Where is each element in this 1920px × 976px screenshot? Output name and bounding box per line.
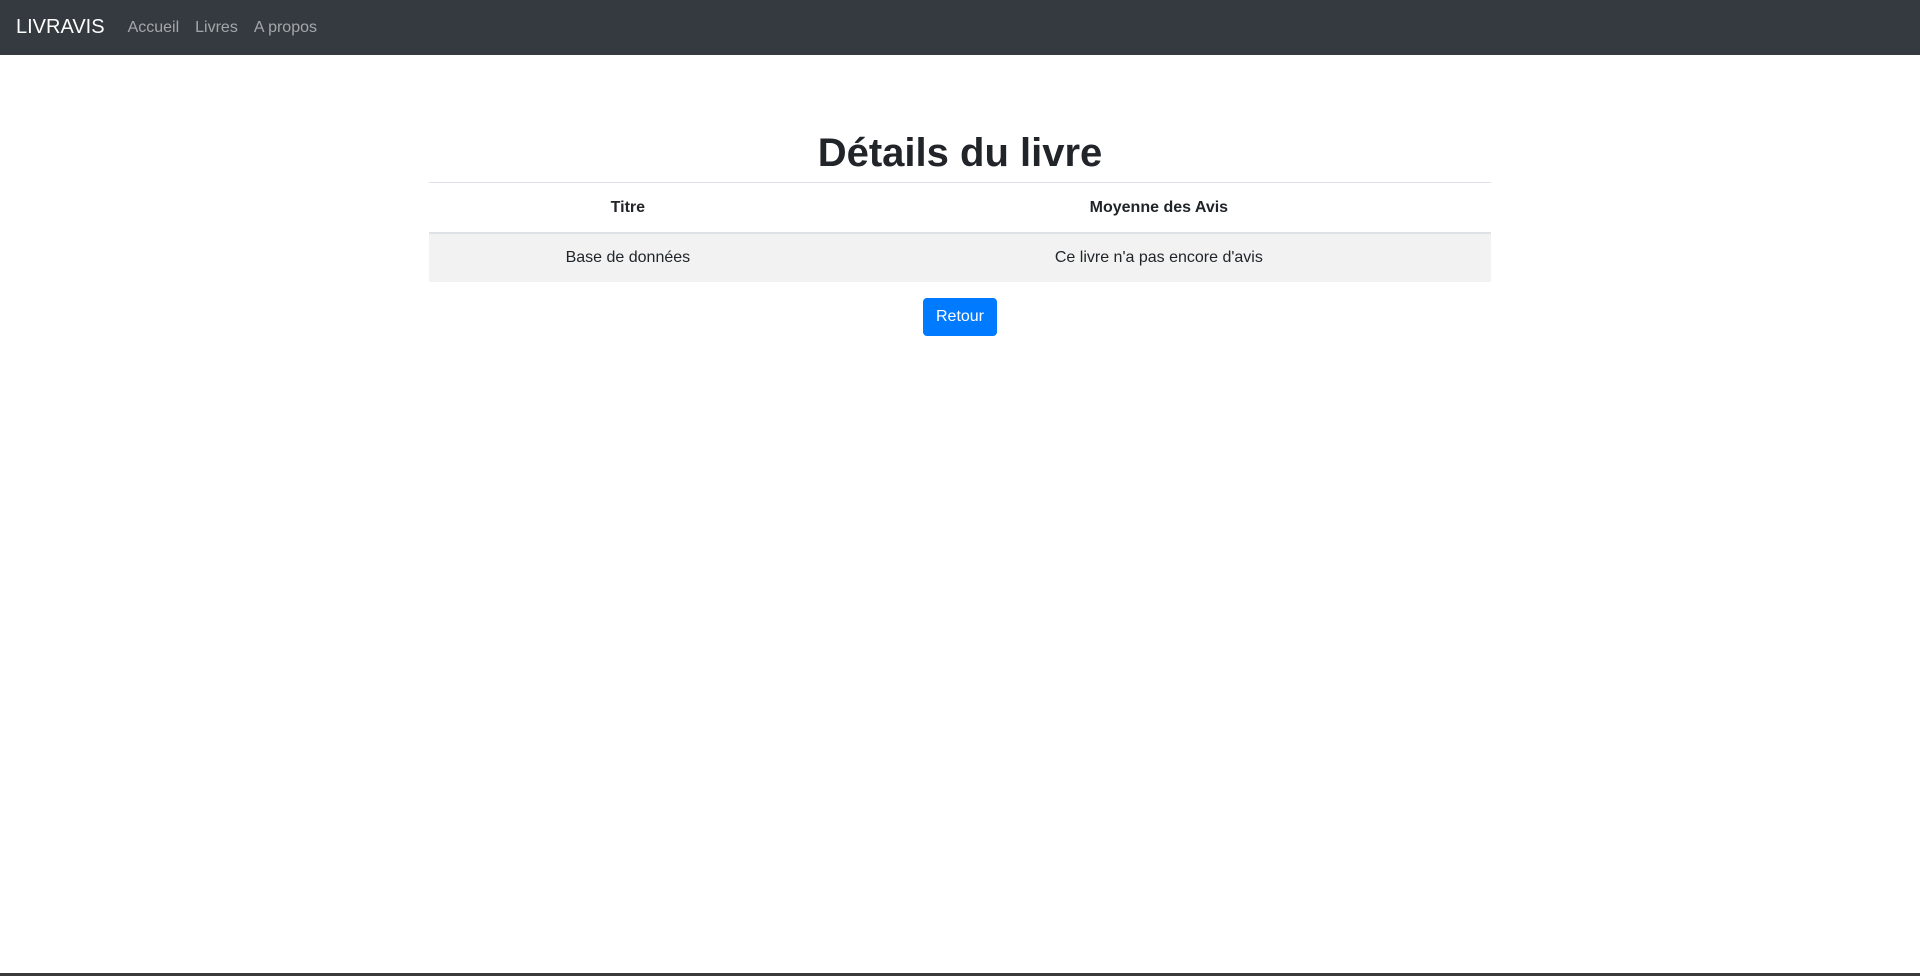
cell-title: Base de données [429,233,827,282]
nav-links: Accueil Livres A propos [121,19,326,37]
table-row: Base de données Ce livre n'a pas encore … [429,233,1491,282]
column-header-moyenne: Moyenne des Avis [826,183,1491,234]
brand-link[interactable]: LIVRAVIS [16,16,105,39]
navbar: LIVRAVIS Accueil Livres A propos [0,0,1920,55]
main-content: Détails du livre Titre Moyenne des Avis … [429,125,1491,336]
cell-average-rating: Ce livre n'a pas encore d'avis [826,233,1491,282]
nav-link-livres[interactable]: Livres [195,19,238,37]
column-header-titre: Titre [429,183,827,234]
nav-link-accueil[interactable]: Accueil [128,19,180,37]
book-details-table: Titre Moyenne des Avis Base de données C… [429,183,1491,282]
nav-link-a-propos[interactable]: A propos [254,19,317,37]
table-header-row: Titre Moyenne des Avis [429,183,1491,234]
back-button[interactable]: Retour [922,298,998,336]
actions: Retour [429,298,1491,336]
page-title: Détails du livre [429,125,1491,183]
